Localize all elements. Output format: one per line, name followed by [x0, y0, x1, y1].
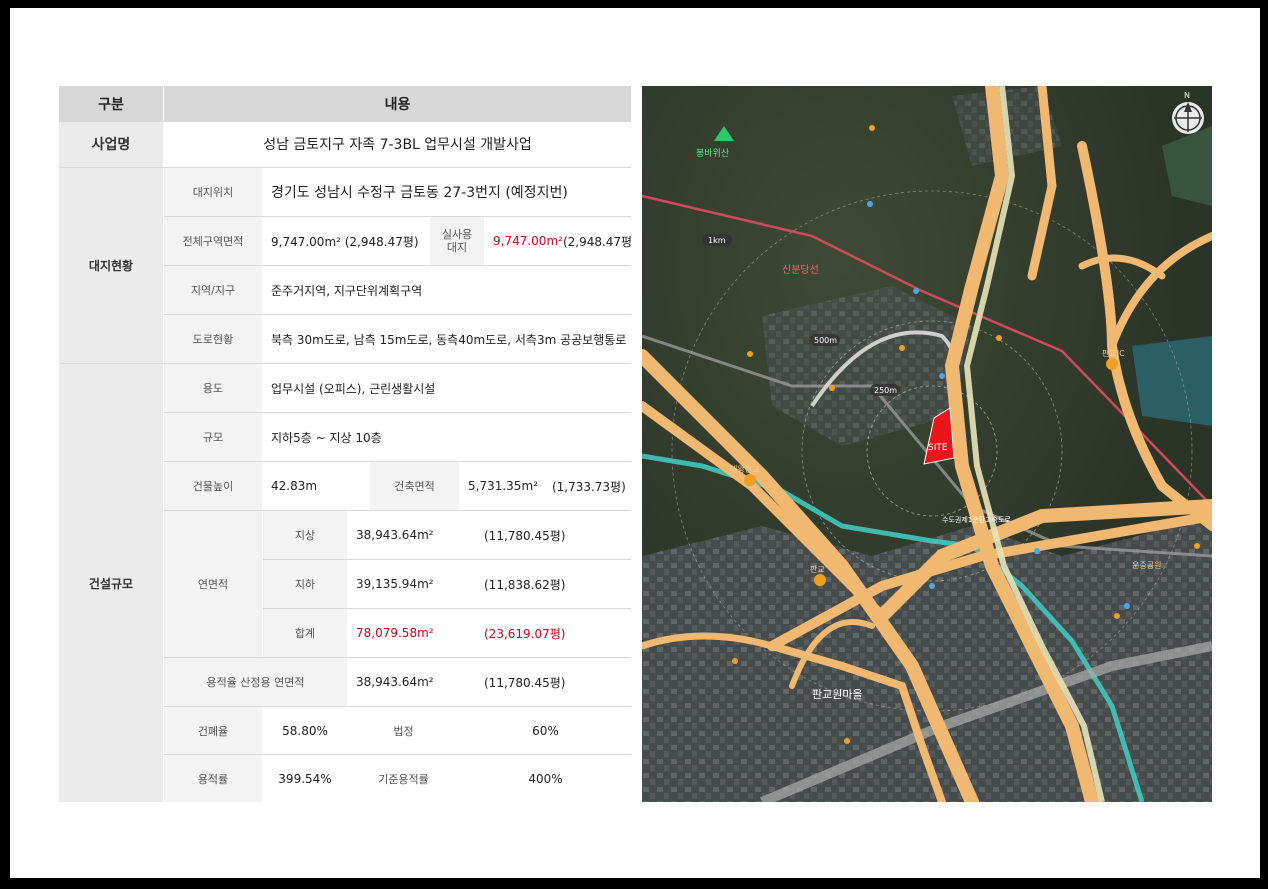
row-divider [164, 706, 631, 707]
row-divider [164, 657, 631, 658]
scale-value: 지하5층 ~ 지상 10층 [263, 413, 631, 461]
site-location-map: SITE 1km 500m 250m 신분당선 봉바위산 대왕판교 판교 판교J… [642, 86, 1212, 802]
height-label: 건물높이 [164, 462, 262, 510]
svg-text:판교JC: 판교JC [1102, 349, 1125, 358]
row-divider [59, 363, 631, 364]
park-label: 운중공원 [1132, 561, 1161, 570]
gfa-below-py: (11,838.62평) [484, 577, 566, 592]
row-divider [59, 167, 631, 168]
far-gfa-value: 38,943.64m² (11,780.45평) [348, 658, 631, 706]
bcr-legal-label: 법정 [348, 707, 459, 754]
road-value: 북측 30m도로, 남측 15m도로, 동측40m도로, 서측3m 공공보행통로 [263, 315, 631, 363]
building-area-label: 건축면적 [370, 462, 459, 510]
compass-icon [1172, 102, 1204, 134]
ring-label-1km: 1km [708, 236, 726, 245]
svg-text:판교: 판교 [810, 565, 825, 574]
row-divider [263, 559, 631, 560]
gfa-above-value: 38,943.64m² (11,780.45평) [348, 511, 631, 559]
far-base-label: 기준용적률 [348, 755, 459, 802]
gfa-below-label: 지하 [263, 560, 347, 608]
svg-text:대왕판교: 대왕판교 [730, 465, 759, 474]
zone-label: 지역/지구 [164, 266, 262, 314]
header-category: 구분 [59, 86, 163, 121]
site-area-label: 전체구역면적 [164, 217, 262, 265]
site-group-label: 대지현황 [59, 168, 163, 363]
row-divider [164, 216, 631, 217]
gfa-below-m2: 39,135.94m² [356, 577, 434, 591]
bcr-label: 건폐율 [164, 707, 262, 754]
building-area-value: 5,731.35m² (1,733.73평) [460, 462, 631, 510]
build-group-label: 건설규모 [59, 364, 163, 802]
road-label: 도로현황 [164, 315, 262, 363]
row-divider [164, 265, 631, 266]
mountain-label: 봉바위산 [696, 148, 729, 159]
use-label: 용도 [164, 364, 262, 412]
use-value: 업무시설 (오피스), 근린생활시설 [263, 364, 631, 412]
project-value: 성남 금토지구 자족 7-3BL 업무시설 개발사업 [164, 121, 631, 167]
gfa-total-value: 78,079.58m² (23,619.07평) [348, 609, 631, 657]
site-location-value: 경기도 성남시 수정구 금토동 27-3번지 (예정지번) [263, 168, 631, 216]
expressway-label: 수도권제1순환고속도로 [942, 515, 1011, 524]
gfa-total-label: 합계 [263, 609, 347, 657]
gfa-total-py: (23,619.07평) [484, 626, 566, 641]
far-gfa-label: 용적율 산정용 연면적 [164, 658, 347, 706]
header-content: 내용 [164, 86, 631, 121]
far-value: 399.54% [263, 755, 347, 802]
far-gfa-py: (11,780.45평) [484, 675, 566, 690]
village-label: 판교원마을 [812, 688, 863, 701]
actual-site-label: 실사용 대지 [430, 217, 484, 265]
building-area-py: (1,733.73평) [551, 479, 626, 494]
ring-label-500m: 500m [814, 336, 837, 345]
row-divider [164, 412, 631, 413]
rail-label: 신분당선 [782, 264, 819, 276]
row-divider [164, 314, 631, 315]
height-value: 42.83m [263, 462, 369, 510]
row-divider [164, 510, 631, 511]
project-label: 사업명 [59, 121, 163, 167]
row-divider [164, 461, 631, 462]
bcr-legal-value: 60% [460, 707, 631, 754]
water-treatment [1132, 336, 1212, 426]
site-label: SITE [928, 443, 948, 453]
actual-site-py: (2,948.47평) [562, 234, 631, 249]
far-base-value: 400% [460, 755, 631, 802]
document-sheet: 구분 내용 사업명 성남 금토지구 자족 7-3BL 업무시설 개발사업 대지현… [10, 8, 1260, 878]
gfa-above-py: (11,780.45평) [484, 528, 566, 543]
project-summary-table: 구분 내용 사업명 성남 금토지구 자족 7-3BL 업무시설 개발사업 대지현… [59, 86, 631, 802]
bcr-value: 58.80% [263, 707, 347, 754]
row-divider [59, 121, 631, 122]
actual-site-value: 9,747.00m² (2,948.47평) [485, 217, 631, 265]
gfa-label: 연면적 [164, 511, 262, 657]
compass-label: N [1184, 91, 1190, 100]
gfa-above-label: 지상 [263, 511, 347, 559]
gfa-total-m2: 78,079.58m² [356, 626, 434, 640]
scale-label: 규모 [164, 413, 262, 461]
ring-label-250m: 250m [874, 386, 897, 395]
row-divider [164, 754, 631, 755]
site-location-label: 대지위치 [164, 168, 262, 216]
row-divider [263, 608, 631, 609]
zone-value: 준주거지역, 지구단위계획구역 [263, 266, 631, 314]
actual-site-m2: 9,747.00m² [493, 234, 563, 248]
gfa-above-m2: 38,943.64m² [356, 528, 434, 542]
building-area-m2: 5,731.35m² [468, 479, 538, 493]
far-gfa-m2: 38,943.64m² [356, 675, 434, 689]
site-area-value: 9,747.00m² (2,948.47평) [263, 217, 429, 265]
gfa-below-value: 39,135.94m² (11,838.62평) [348, 560, 631, 608]
far-label: 용적률 [164, 755, 262, 802]
